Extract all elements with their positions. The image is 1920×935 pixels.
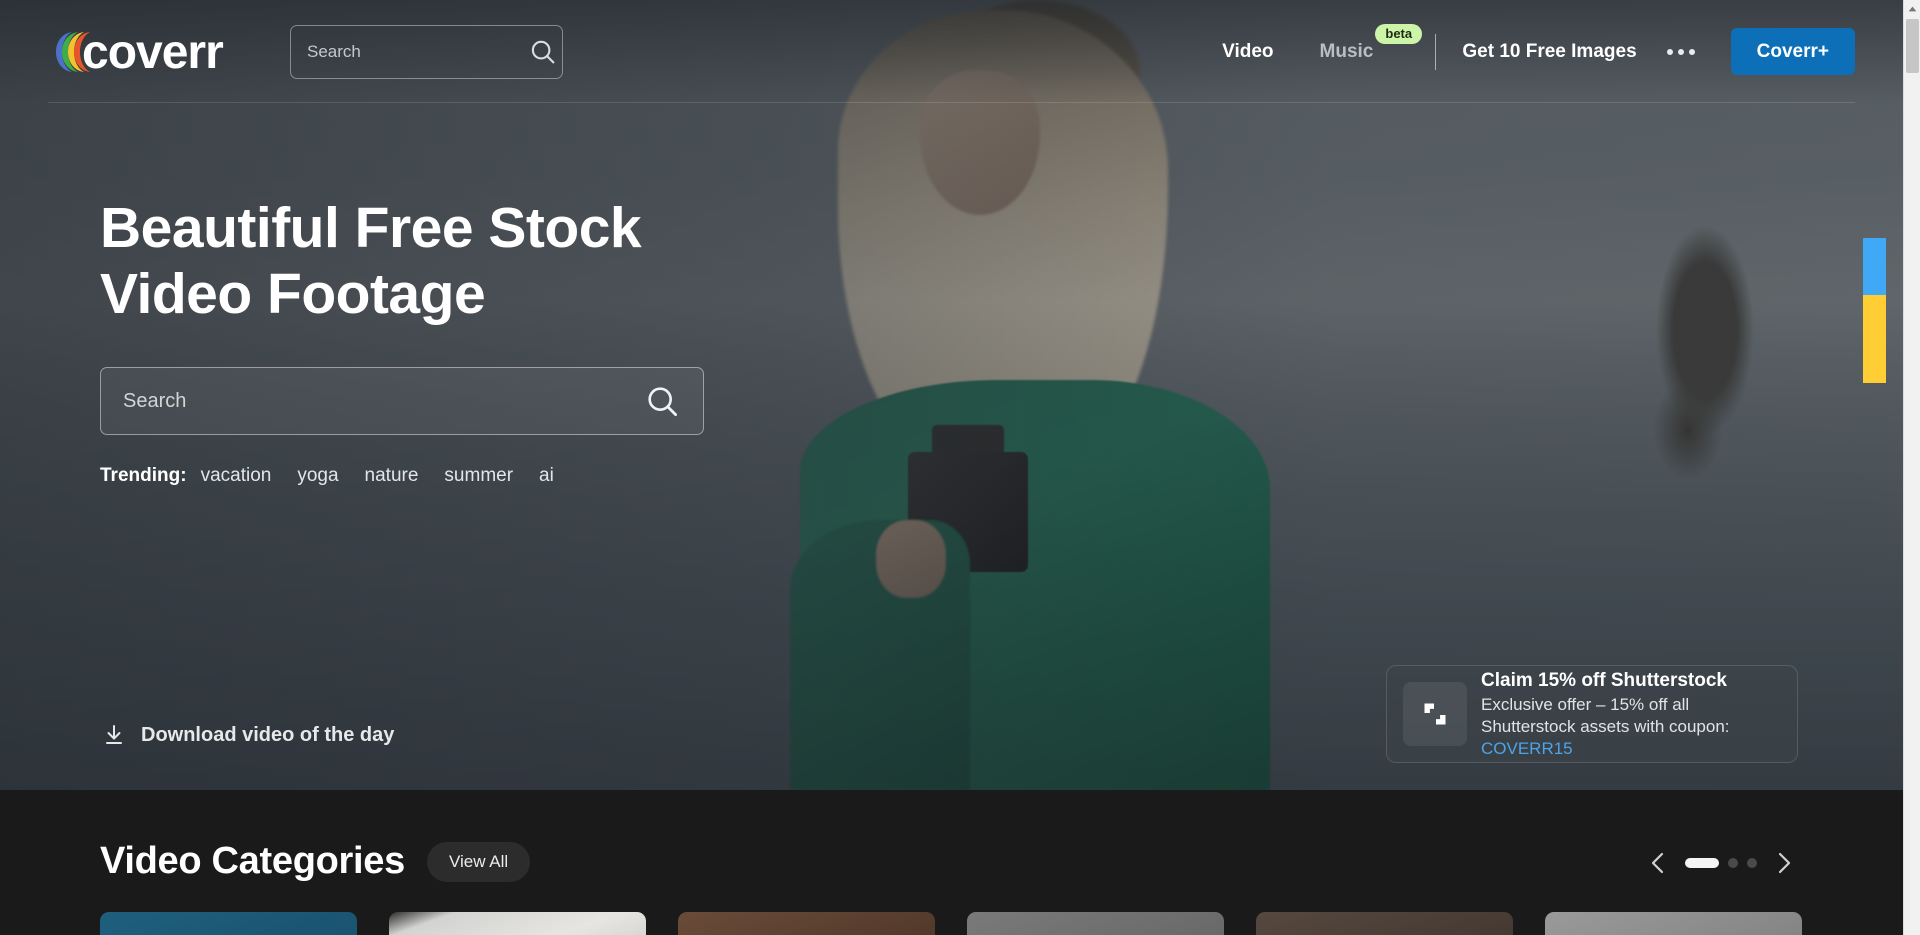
ukraine-stripe-blue bbox=[1863, 238, 1886, 295]
ukraine-stripe-yellow bbox=[1863, 295, 1886, 383]
trending-tag-summer[interactable]: summer bbox=[444, 465, 513, 487]
carousel-pagination bbox=[1685, 858, 1757, 868]
hero-search-input[interactable] bbox=[123, 389, 644, 413]
chevron-right-icon[interactable] bbox=[1773, 850, 1795, 876]
download-video-of-the-day-link[interactable]: Download video of the day bbox=[103, 723, 394, 747]
hero-title: Beautiful Free Stock Video Footage bbox=[100, 196, 704, 327]
category-card-6[interactable] bbox=[1545, 912, 1802, 935]
search-icon[interactable] bbox=[528, 37, 558, 67]
trending-tag-nature[interactable]: nature bbox=[365, 465, 419, 487]
nav-item-get-free-images[interactable]: Get 10 Free Images bbox=[1462, 41, 1636, 63]
trending-tag-yoga[interactable]: yoga bbox=[297, 465, 338, 487]
chevron-left-icon[interactable] bbox=[1647, 850, 1669, 876]
search-icon[interactable] bbox=[644, 383, 681, 420]
triangle-up-icon bbox=[1908, 6, 1917, 11]
shutterstock-logo-icon bbox=[1403, 682, 1467, 746]
promo-text-block: Claim 15% off Shutterstock Exclusive off… bbox=[1481, 669, 1781, 760]
promo-subtitle-text: Exclusive offer – 15% off all Shuttersto… bbox=[1481, 695, 1730, 736]
primary-navigation: Video Music beta Get 10 Free Images Cove… bbox=[1222, 23, 1855, 75]
download-icon bbox=[106, 725, 122, 744]
hero-title-line-2: Video Footage bbox=[100, 261, 486, 326]
scrollbar-thumb[interactable] bbox=[1906, 19, 1919, 73]
category-cards-row bbox=[100, 912, 1802, 935]
header-search-input[interactable] bbox=[307, 41, 528, 62]
header-divider bbox=[48, 102, 1855, 103]
categories-header: Video Categories View All bbox=[100, 840, 531, 883]
category-card-5[interactable] bbox=[1256, 912, 1513, 935]
categories-title: Video Categories bbox=[100, 840, 405, 882]
promo-coupon-code[interactable]: COVERR15 bbox=[1481, 739, 1573, 758]
coverr-logo-icon: coverr bbox=[56, 26, 224, 78]
carousel-controls bbox=[1647, 850, 1795, 876]
shutterstock-promo-card[interactable]: Claim 15% off Shutterstock Exclusive off… bbox=[1386, 665, 1798, 763]
promo-subtitle: Exclusive offer – 15% off all Shuttersto… bbox=[1481, 694, 1781, 759]
hero-title-line-1: Beautiful Free Stock bbox=[100, 196, 642, 260]
hero-section: coverr Video Music beta bbox=[0, 0, 1903, 790]
coverr-logo[interactable]: coverr bbox=[48, 24, 256, 80]
page-content: coverr Video Music beta bbox=[0, 0, 1903, 935]
nav-item-music-wrapper: Music beta bbox=[1320, 23, 1423, 63]
scrollbar-up-arrow[interactable] bbox=[1904, 0, 1920, 17]
trending-tag-vacation[interactable]: vacation bbox=[201, 465, 272, 487]
header-search-box[interactable] bbox=[290, 24, 563, 79]
download-link-label: Download video of the day bbox=[141, 723, 395, 746]
nav-divider bbox=[1435, 33, 1437, 70]
pagination-dot-2[interactable] bbox=[1728, 858, 1738, 868]
nav-item-music[interactable]: Music bbox=[1320, 41, 1374, 63]
site-header: coverr Video Music beta bbox=[0, 0, 1903, 103]
nav-item-video[interactable]: Video bbox=[1222, 41, 1273, 63]
ukraine-flag-stripe[interactable] bbox=[1863, 238, 1886, 383]
category-card-1[interactable] bbox=[100, 912, 357, 935]
view-all-button[interactable]: View All bbox=[426, 841, 531, 882]
svg-text:coverr: coverr bbox=[82, 26, 223, 78]
trending-row: Trending: vacation yoga nature summer ai bbox=[100, 465, 704, 487]
coverr-plus-button[interactable]: Coverr+ bbox=[1730, 28, 1855, 75]
more-menu-icon[interactable] bbox=[1665, 43, 1697, 61]
hero-search-box[interactable] bbox=[100, 367, 704, 436]
browser-viewport: coverr Video Music beta bbox=[0, 0, 1920, 935]
category-card-2[interactable] bbox=[389, 912, 646, 935]
promo-title: Claim 15% off Shutterstock bbox=[1481, 669, 1727, 691]
pagination-dot-1[interactable] bbox=[1685, 858, 1719, 868]
hero-content: Beautiful Free Stock Video Footage Trend… bbox=[100, 196, 704, 487]
browser-scrollbar[interactable] bbox=[1903, 0, 1920, 935]
beta-badge: beta bbox=[1375, 23, 1423, 44]
trending-label: Trending: bbox=[100, 465, 187, 487]
shutterstock-glyph-icon bbox=[1424, 703, 1446, 725]
trending-tag-ai[interactable]: ai bbox=[539, 465, 554, 487]
category-card-4[interactable] bbox=[967, 912, 1224, 935]
category-card-3[interactable] bbox=[678, 912, 935, 935]
pagination-dot-3[interactable] bbox=[1747, 858, 1757, 868]
